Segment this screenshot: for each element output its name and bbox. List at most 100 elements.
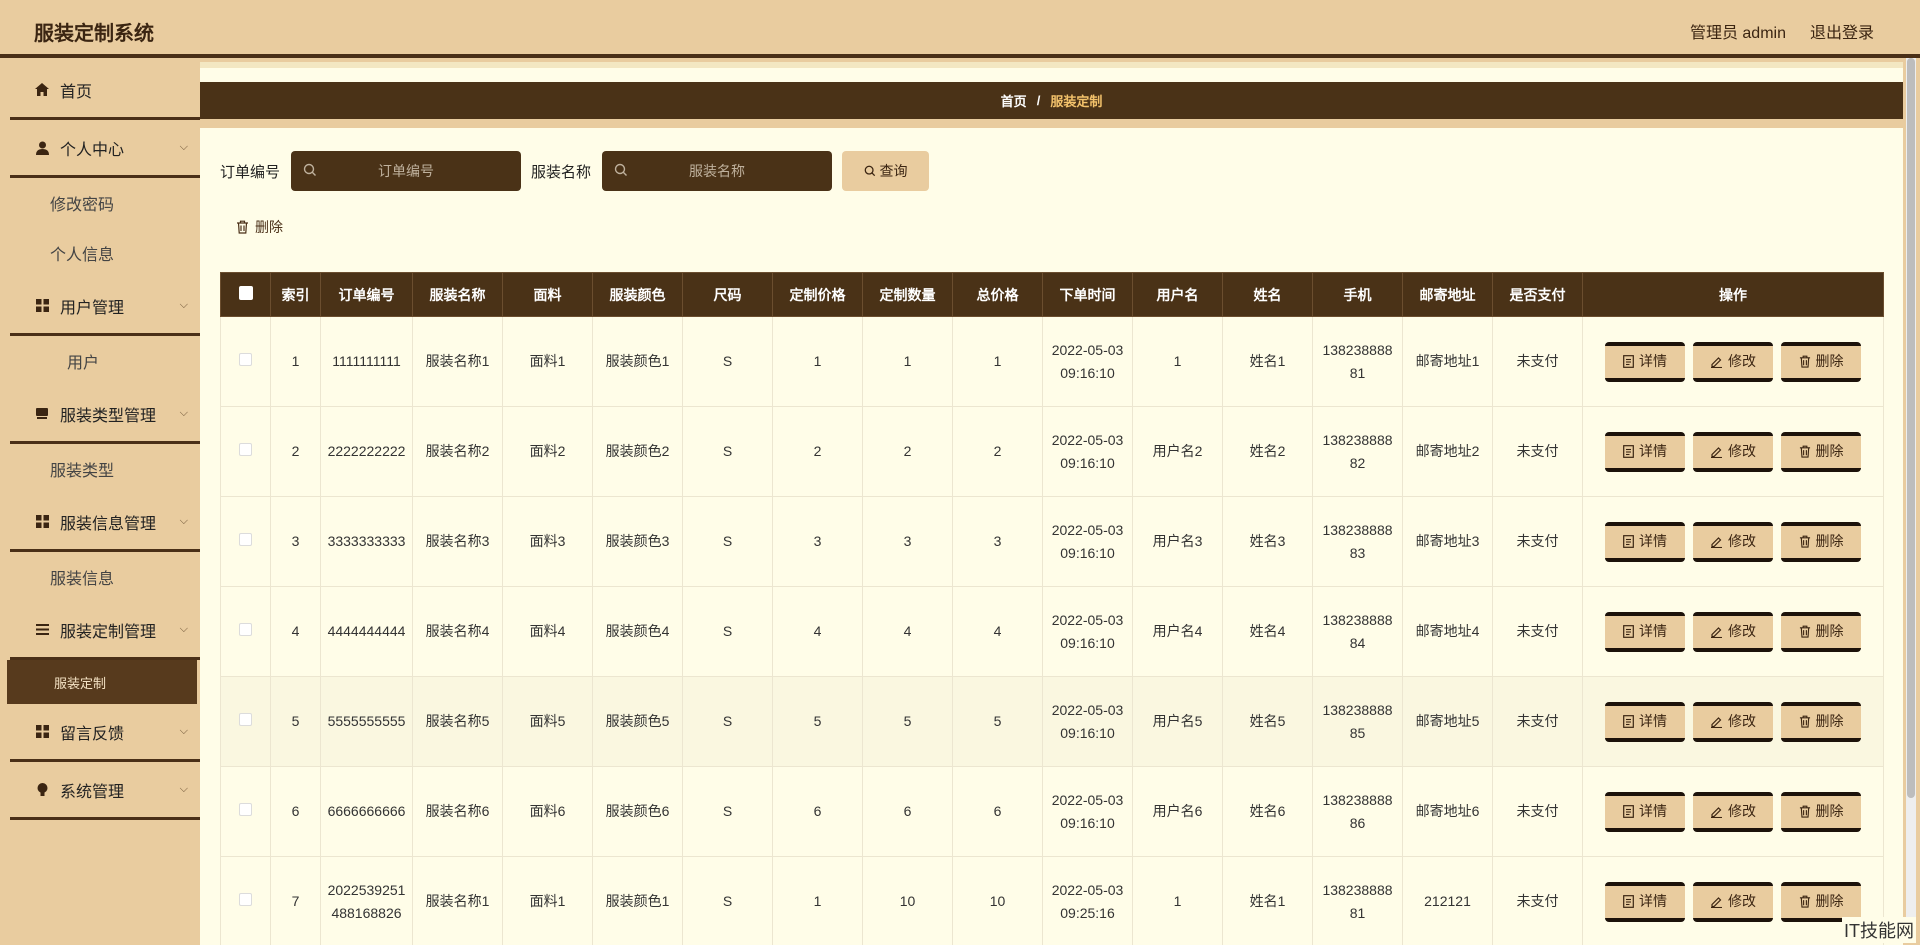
table-row[interactable]: 5 5555555555 服装名称5 面料5 服装颜色5 S 5 5 5 2022-05-03 0… [220,676,1884,767]
scrollbar-thumb[interactable] [1907,58,1915,798]
header-cell: 总价格 [952,272,1043,317]
sidebar-item-change-password[interactable]: 修改密码 [10,178,200,228]
edit-button[interactable]: 修改 [1693,611,1773,652]
row-checkbox[interactable] [239,713,252,726]
row-checkbox[interactable] [239,623,252,636]
table-row[interactable]: 2 2222222222 服装名称2 面料2 服装颜色2 S 2 2 2 2022-05-03 0… [220,406,1884,497]
sidebar-item-personal-center[interactable]: 个人中心 ⌵ [10,120,200,178]
admin-user-link[interactable]: 管理员 admin [1690,19,1786,43]
edit-button[interactable]: 修改 [1693,521,1773,562]
table-cell: 3 [270,496,321,587]
vertical-scrollbar[interactable] [1906,58,1916,942]
delete-button[interactable]: 删除 [1781,791,1861,832]
clothing-name-input[interactable]: 服装名称 [602,151,833,191]
row-checkbox-cell[interactable] [220,316,271,407]
row-checkbox-cell[interactable] [220,856,271,945]
row-checkbox-cell[interactable] [220,676,271,767]
sidebar-item-clothing-type[interactable]: 服装类型 [10,444,200,494]
sidebar-item-label: 用户管理 [60,299,125,317]
sidebar-item-custom-management[interactable]: 服装定制管理 ⌵ [10,602,200,660]
delete-button[interactable]: 删除 [1781,431,1861,472]
search-icon [303,163,317,176]
edit-button[interactable]: 修改 [1693,881,1773,922]
table-cell: 6666666666 [320,766,413,857]
table-cell: 4 [862,586,953,677]
trash-icon [237,220,248,234]
table-row[interactable]: 4 4444444444 服装名称4 面料4 服装颜色4 S 4 4 4 2022-05-03 0… [220,586,1884,677]
detail-button[interactable]: 详情 [1605,611,1685,652]
edit-button[interactable]: 修改 [1693,701,1773,742]
order-number-label: 订单编号 [220,163,281,181]
detail-button[interactable]: 详情 [1605,431,1685,472]
row-checkbox-cell[interactable] [220,406,271,497]
row-checkbox-cell[interactable] [220,586,271,677]
edit-button[interactable]: 修改 [1693,431,1773,472]
delete-button[interactable]: 删除 [1781,341,1861,382]
header-cell: 定制数量 [862,272,953,317]
table-cell: 服装名称6 [412,766,503,857]
detail-button-label: 详情 [1639,713,1667,729]
row-checkbox[interactable] [239,353,252,366]
table-cell: 用户名4 [1132,586,1223,677]
sidebar-item-user[interactable]: 用户 [10,336,200,386]
sidebar-item-clothing-custom[interactable]: 服装定制 [7,660,197,704]
sidebar-item-user-management[interactable]: 用户管理 ⌵ [10,278,200,336]
sidebar-item-clothing-info[interactable]: 服装信息 [10,552,200,602]
delete-button[interactable]: 删除 [1781,521,1861,562]
edit-icon [1711,537,1722,548]
table-cell: S [682,316,773,407]
select-all-checkbox[interactable] [220,272,271,317]
table-cell: 服装名称1 [412,856,503,945]
table-cell: 邮寄地址3 [1402,496,1493,587]
row-checkbox-cell[interactable] [220,766,271,857]
table-cell: 服装名称1 [412,316,503,407]
row-checkbox[interactable] [239,893,252,906]
sidebar-item-type-management[interactable]: 服装类型管理 ⌵ [10,386,200,444]
top-bar: 服装定制系统 管理员 admin 退出登录 [0,0,1920,58]
breadcrumb-home[interactable]: 首页 [1001,91,1027,110]
table-cell: 13823888885 [1312,676,1403,767]
sidebar-item-feedback[interactable]: 留言反馈 ⌵ [10,704,200,762]
delete-button[interactable]: 删除 [1781,881,1861,922]
edit-button-label: 修改 [1728,443,1756,459]
detail-button[interactable]: 详情 [1605,701,1685,742]
edit-icon [1711,897,1722,908]
edit-button[interactable]: 修改 [1693,791,1773,832]
grid-icon [34,724,50,740]
chevron-down-icon: ⌵ [179,515,188,527]
table-cell: 5 [772,676,863,767]
table-cell: S [682,766,773,857]
order-number-input[interactable]: 订单编号 [291,151,522,191]
batch-delete-button[interactable]: 删除 [236,217,283,237]
row-checkbox-cell[interactable] [220,496,271,587]
detail-button[interactable]: 详情 [1605,791,1685,832]
table-cell: 6 [952,766,1043,857]
row-checkbox[interactable] [239,803,252,816]
logout-link[interactable]: 退出登录 [1810,19,1874,43]
sidebar-item-personal-info[interactable]: 个人信息 [10,228,200,278]
detail-button[interactable]: 详情 [1605,341,1685,382]
sidebar-item-home[interactable]: 首页 [10,62,200,120]
table-cell: 13823888882 [1312,406,1403,497]
row-checkbox[interactable] [239,443,252,456]
row-checkbox[interactable] [239,533,252,546]
table-cell: 邮寄地址4 [1402,586,1493,677]
table-cell: 服装颜色3 [592,496,683,587]
sidebar-item-info-management[interactable]: 服装信息管理 ⌵ [10,494,200,552]
edit-button[interactable]: 修改 [1693,341,1773,382]
table-row[interactable]: 1 1111111111 服装名称1 面料1 服装颜色1 S 1 1 1 2022-05-03 0… [220,316,1884,407]
detail-button[interactable]: 详情 [1605,881,1685,922]
table-row[interactable]: 3 3333333333 服装名称3 面料3 服装颜色3 S 3 3 3 2022-05-03 0… [220,496,1884,587]
table-row[interactable]: 7 2022539251488168826 服装名称1 面料1 服装颜色1 S 1 10 10 2… [220,856,1884,945]
query-button[interactable]: 查询 [842,151,930,191]
table-row[interactable]: 6 6666666666 服装名称6 面料6 服装颜色6 S 6 6 6 2022-05-03 0… [220,766,1884,857]
grid-icon [34,298,50,314]
table-cell: 服装颜色1 [592,316,683,407]
chevron-down-icon: ⌵ [179,299,188,311]
delete-button[interactable]: 删除 [1781,701,1861,742]
sidebar-item-system-management[interactable]: 系统管理 ⌵ [10,762,200,820]
delete-button[interactable]: 删除 [1781,611,1861,652]
detail-button[interactable]: 详情 [1605,521,1685,562]
table-cell: 5 [952,676,1043,767]
edit-icon [1711,447,1722,458]
